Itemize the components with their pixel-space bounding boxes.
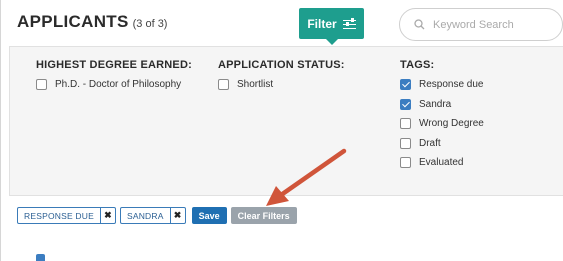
option-label: Evaluated	[419, 157, 464, 169]
tag-option-evaluated[interactable]: Evaluated	[400, 153, 484, 173]
option-label: Shortlist	[237, 79, 274, 91]
option-label: Wrong Degree	[419, 118, 484, 130]
status-filter-heading: APPLICATION STATUS:	[218, 59, 345, 71]
degree-option-phd[interactable]: Ph.D. - Doctor of Philosophy	[36, 75, 192, 95]
degree-filter-heading: HIGHEST DEGREE EARNED:	[36, 59, 192, 71]
applicants-panel: APPLICANTS(3 of 3) Filter HIGHEST DEGREE…	[0, 0, 563, 261]
tag-option-response-due[interactable]: Response due	[400, 75, 484, 95]
tag-option-wrong-degree[interactable]: Wrong Degree	[400, 114, 484, 134]
checkbox[interactable]	[400, 118, 411, 130]
option-label: Sandra	[419, 98, 452, 110]
tags-filter-group: TAGS: Response due Sandra Wrong Degree D…	[400, 59, 484, 173]
page-title: APPLICANTS (3 of 3)	[17, 12, 167, 32]
tags-filter-heading: TAGS:	[400, 59, 435, 71]
save-filters-button[interactable]: Save	[191, 207, 227, 224]
remove-chip-icon[interactable]: ✖	[169, 208, 185, 223]
tag-option-draft[interactable]: Draft	[400, 134, 484, 154]
filter-panel: HIGHEST DEGREE EARNED: Ph.D. - Doctor of…	[9, 46, 563, 196]
checkbox-checked[interactable]	[400, 79, 411, 91]
applicant-count: (3 of 3)	[132, 18, 168, 30]
checkbox[interactable]	[36, 79, 47, 91]
option-label: Ph.D. - Doctor of Philosophy	[55, 79, 182, 91]
tag-option-sandra[interactable]: Sandra	[400, 95, 484, 115]
filter-chip-response-due: RESPONSE DUE ✖	[17, 207, 116, 224]
degree-filter-group: HIGHEST DEGREE EARNED: Ph.D. - Doctor of…	[36, 59, 192, 95]
filter-button[interactable]: Filter	[299, 8, 364, 45]
checkbox[interactable]	[400, 137, 411, 149]
clear-filters-button[interactable]: Clear Filters	[230, 207, 297, 224]
status-option-shortlist[interactable]: Shortlist	[218, 75, 345, 95]
remove-chip-icon[interactable]: ✖	[99, 208, 115, 223]
page-title-text: APPLICANTS	[17, 12, 129, 31]
sliders-icon	[342, 18, 356, 29]
status-filter-group: APPLICATION STATUS: Shortlist	[218, 59, 345, 95]
chip-label: SANDRA	[126, 210, 164, 221]
search-icon	[414, 19, 425, 30]
checkbox[interactable]	[400, 157, 411, 169]
filter-chip-sandra: SANDRA ✖	[119, 207, 186, 224]
option-label: Response due	[419, 79, 484, 91]
option-label: Draft	[419, 137, 441, 149]
select-all-checkbox[interactable]	[36, 254, 45, 261]
chip-label: RESPONSE DUE	[24, 210, 94, 221]
search-input[interactable]	[433, 18, 543, 31]
keyword-search[interactable]	[399, 8, 563, 41]
filter-button-label: Filter	[307, 16, 337, 31]
checkbox[interactable]	[218, 79, 229, 91]
active-filters-bar: RESPONSE DUE ✖ SANDRA ✖ Save Clear Filte…	[17, 207, 297, 224]
checkbox-checked[interactable]	[400, 98, 411, 110]
